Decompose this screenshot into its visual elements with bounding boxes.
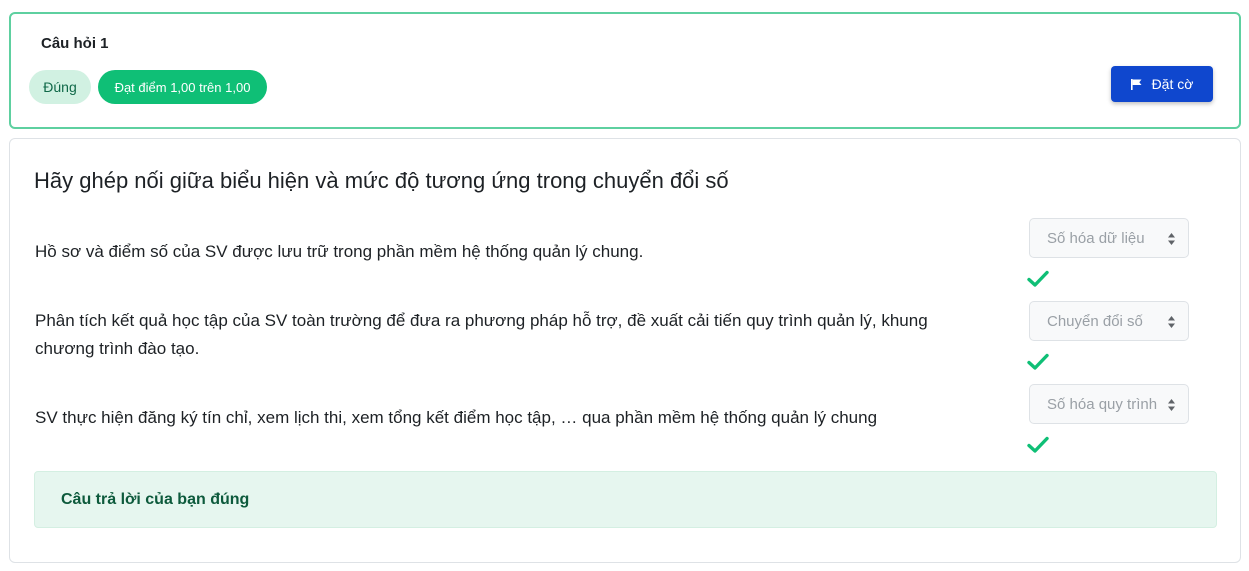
question-info-card: Câu hỏi 1 Đúng Đạt điểm 1,00 trên 1,00 Đ… [9, 12, 1241, 129]
question-content-card: Hãy ghép nối giữa biểu hiện và mức độ tư… [9, 138, 1241, 563]
select-caret-icon [1168, 399, 1175, 411]
match-row-1-line-1: Hồ sơ và điểm số của SV được lưu trữ tro… [35, 242, 644, 261]
match-row-3-line-1: SV thực hiện đăng ký tín chỉ, xem lịch t… [35, 408, 878, 427]
match-row-3-select[interactable]: Số hóa quy trình [1029, 384, 1189, 424]
feedback-text: Câu trả lời của bạn đúng [61, 490, 250, 508]
score-badge: Đạt điểm 1,00 trên 1,00 [98, 70, 267, 104]
match-row-3-text: SV thực hiện đăng ký tín chỉ, xem lịch t… [35, 404, 995, 432]
match-row-1-text: Hồ sơ và điểm số của SV được lưu trữ tro… [35, 238, 995, 266]
flag-button-label: Đặt cờ [1151, 76, 1194, 92]
status-badge: Đúng [29, 70, 91, 104]
match-row-2-selected-value: Chuyển đổi số [1047, 312, 1143, 330]
match-row-2-select[interactable]: Chuyển đổi số [1029, 301, 1189, 341]
match-row-1-selected-value: Số hóa dữ liệu [1047, 229, 1145, 247]
select-caret-icon [1168, 316, 1175, 328]
match-row-2-line-1: Phân tích kết quả học tập của SV toàn tr… [35, 311, 928, 330]
match-row-2-text: Phân tích kết quả học tập của SV toàn tr… [35, 307, 995, 363]
check-icon [1027, 353, 1049, 370]
flag-question-button[interactable]: Đặt cờ [1111, 66, 1213, 102]
match-row-1-select[interactable]: Số hóa dữ liệu [1029, 218, 1189, 258]
select-caret-icon [1168, 233, 1175, 245]
check-icon [1027, 436, 1049, 453]
question-number: Câu hỏi 1 [41, 35, 109, 52]
question-prompt: Hãy ghép nối giữa biểu hiện và mức độ tư… [34, 168, 729, 193]
feedback-message: Câu trả lời của bạn đúng [34, 471, 1217, 528]
check-icon [1027, 270, 1049, 287]
match-row-2-line-2: chương trình đào tạo. [35, 339, 200, 358]
match-row-3-selected-value: Số hóa quy trình [1047, 395, 1158, 413]
flag-icon [1130, 78, 1142, 90]
